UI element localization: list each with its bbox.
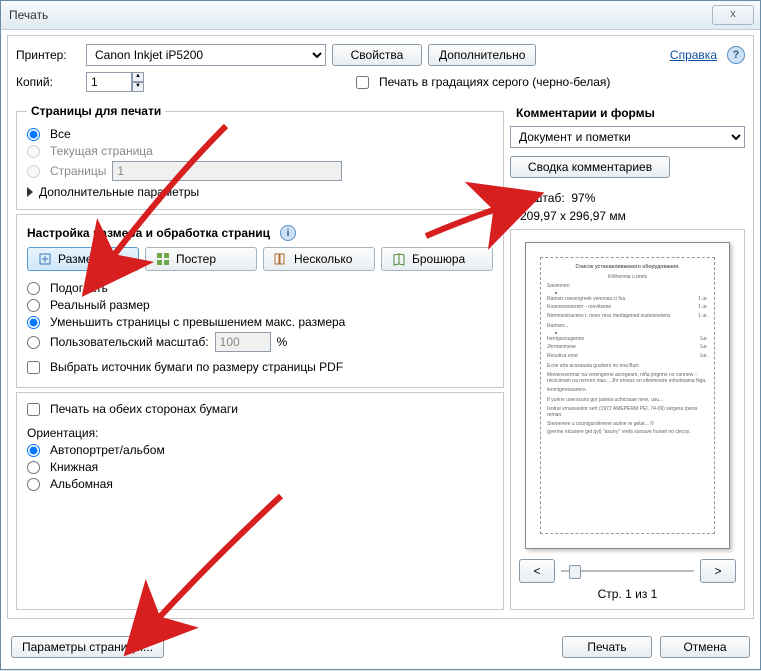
window-title: Печать xyxy=(9,8,48,22)
both-sides-label: Печать на обеих сторонах бумаги xyxy=(50,402,238,416)
radio-auto-label: Автопортрет/альбом xyxy=(50,443,165,457)
tab-multiple[interactable]: Несколько xyxy=(263,247,375,271)
pages-group: Страницы для печати Все Текущая страница… xyxy=(16,104,504,210)
printer-select[interactable]: Canon Inkjet iP5200 xyxy=(86,44,326,66)
duplex-group: Печать на обеих сторонах бумаги Ориентац… xyxy=(16,392,504,610)
radio-auto[interactable] xyxy=(27,444,40,457)
radio-all-label: Все xyxy=(50,127,71,141)
radio-landscape[interactable] xyxy=(27,478,40,491)
chevron-right-icon xyxy=(27,187,33,197)
page-setup-button[interactable]: Параметры страницы... xyxy=(11,636,164,658)
source-by-pdf-checkbox[interactable] xyxy=(27,361,40,374)
scale-readout: Масштаб: 97% xyxy=(510,191,745,205)
help-link[interactable]: Справка xyxy=(670,48,717,62)
radio-portrait[interactable] xyxy=(27,461,40,474)
tab-size[interactable]: Размер xyxy=(27,247,139,271)
poster-icon xyxy=(156,252,170,266)
info-icon[interactable]: i xyxy=(280,225,296,241)
tab-booklet[interactable]: Брошюра xyxy=(381,247,493,271)
comments-group: Комментарии и формы Документ и пометки С… xyxy=(510,104,745,181)
printer-label: Принтер: xyxy=(16,48,80,62)
preview-panel: Список устанавливаемого оборудования. Kö… xyxy=(510,229,745,610)
comments-title: Комментарии и формы xyxy=(512,106,745,120)
properties-button[interactable]: Свойства xyxy=(332,44,422,66)
radio-fit[interactable] xyxy=(27,282,40,295)
more-options-toggle[interactable]: Дополнительные параметры xyxy=(27,185,493,199)
radio-current xyxy=(27,145,40,158)
pages-title: Страницы для печати xyxy=(27,104,165,118)
print-button[interactable]: Печать xyxy=(562,636,652,658)
page-indicator: Стр. 1 из 1 xyxy=(519,587,736,601)
help-icon[interactable]: ? xyxy=(727,46,745,64)
size-icon xyxy=(38,252,52,266)
footer: Параметры страницы... Печать Отмена xyxy=(1,625,760,669)
prev-page-button[interactable]: < xyxy=(519,559,555,583)
radio-shrink-label: Уменьшить страницы с превышением макс. р… xyxy=(50,315,345,329)
radio-all[interactable] xyxy=(27,128,40,141)
radio-current-label: Текущая страница xyxy=(50,144,153,158)
range-input xyxy=(112,161,342,181)
copies-input[interactable] xyxy=(86,72,132,92)
orientation-label: Ориентация: xyxy=(27,426,98,440)
dimensions-readout: 209,97 x 296,97 мм xyxy=(520,209,745,223)
multiple-icon xyxy=(274,252,288,266)
radio-shrink[interactable] xyxy=(27,316,40,329)
page-preview: Список устанавливаемого оборудования. Kö… xyxy=(525,242,730,549)
advanced-button[interactable]: Дополнительно xyxy=(428,44,536,66)
radio-fit-label: Подогнать xyxy=(50,281,108,295)
both-sides-checkbox[interactable] xyxy=(27,403,40,416)
cancel-button[interactable]: Отмена xyxy=(660,636,750,658)
grayscale-label: Печать в градациях серого (черно-белая) xyxy=(379,75,610,89)
sizing-group: Настройка размера и обработка страниц i … xyxy=(16,214,504,388)
radio-custom[interactable] xyxy=(27,336,40,349)
radio-actual-label: Реальный размер xyxy=(50,298,150,312)
comments-dropdown[interactable]: Документ и пометки xyxy=(510,126,745,148)
radio-actual[interactable] xyxy=(27,299,40,312)
copies-label: Копий: xyxy=(16,75,80,89)
radio-landscape-label: Альбомная xyxy=(50,477,113,491)
grayscale-checkbox[interactable] xyxy=(356,76,369,89)
sizing-title: Настройка размера и обработка страниц xyxy=(27,226,270,240)
custom-scale-input xyxy=(215,332,271,352)
summarize-comments-button[interactable]: Сводка комментариев xyxy=(510,156,670,178)
radio-custom-label: Пользовательский масштаб: xyxy=(50,335,209,349)
source-by-pdf-label: Выбрать источник бумаги по размеру стран… xyxy=(50,360,343,374)
copies-down[interactable]: ▼ xyxy=(132,82,144,92)
radio-portrait-label: Книжная xyxy=(50,460,98,474)
copies-up[interactable]: ▲ xyxy=(132,72,144,82)
radio-range xyxy=(27,165,40,178)
tab-poster[interactable]: Постер xyxy=(145,247,257,271)
next-page-button[interactable]: > xyxy=(700,559,736,583)
radio-range-label: Страницы xyxy=(50,164,106,178)
titlebar: Печать x xyxy=(1,1,760,30)
close-button[interactable]: x xyxy=(712,5,754,25)
page-slider[interactable] xyxy=(561,564,694,578)
booklet-icon xyxy=(392,252,406,266)
